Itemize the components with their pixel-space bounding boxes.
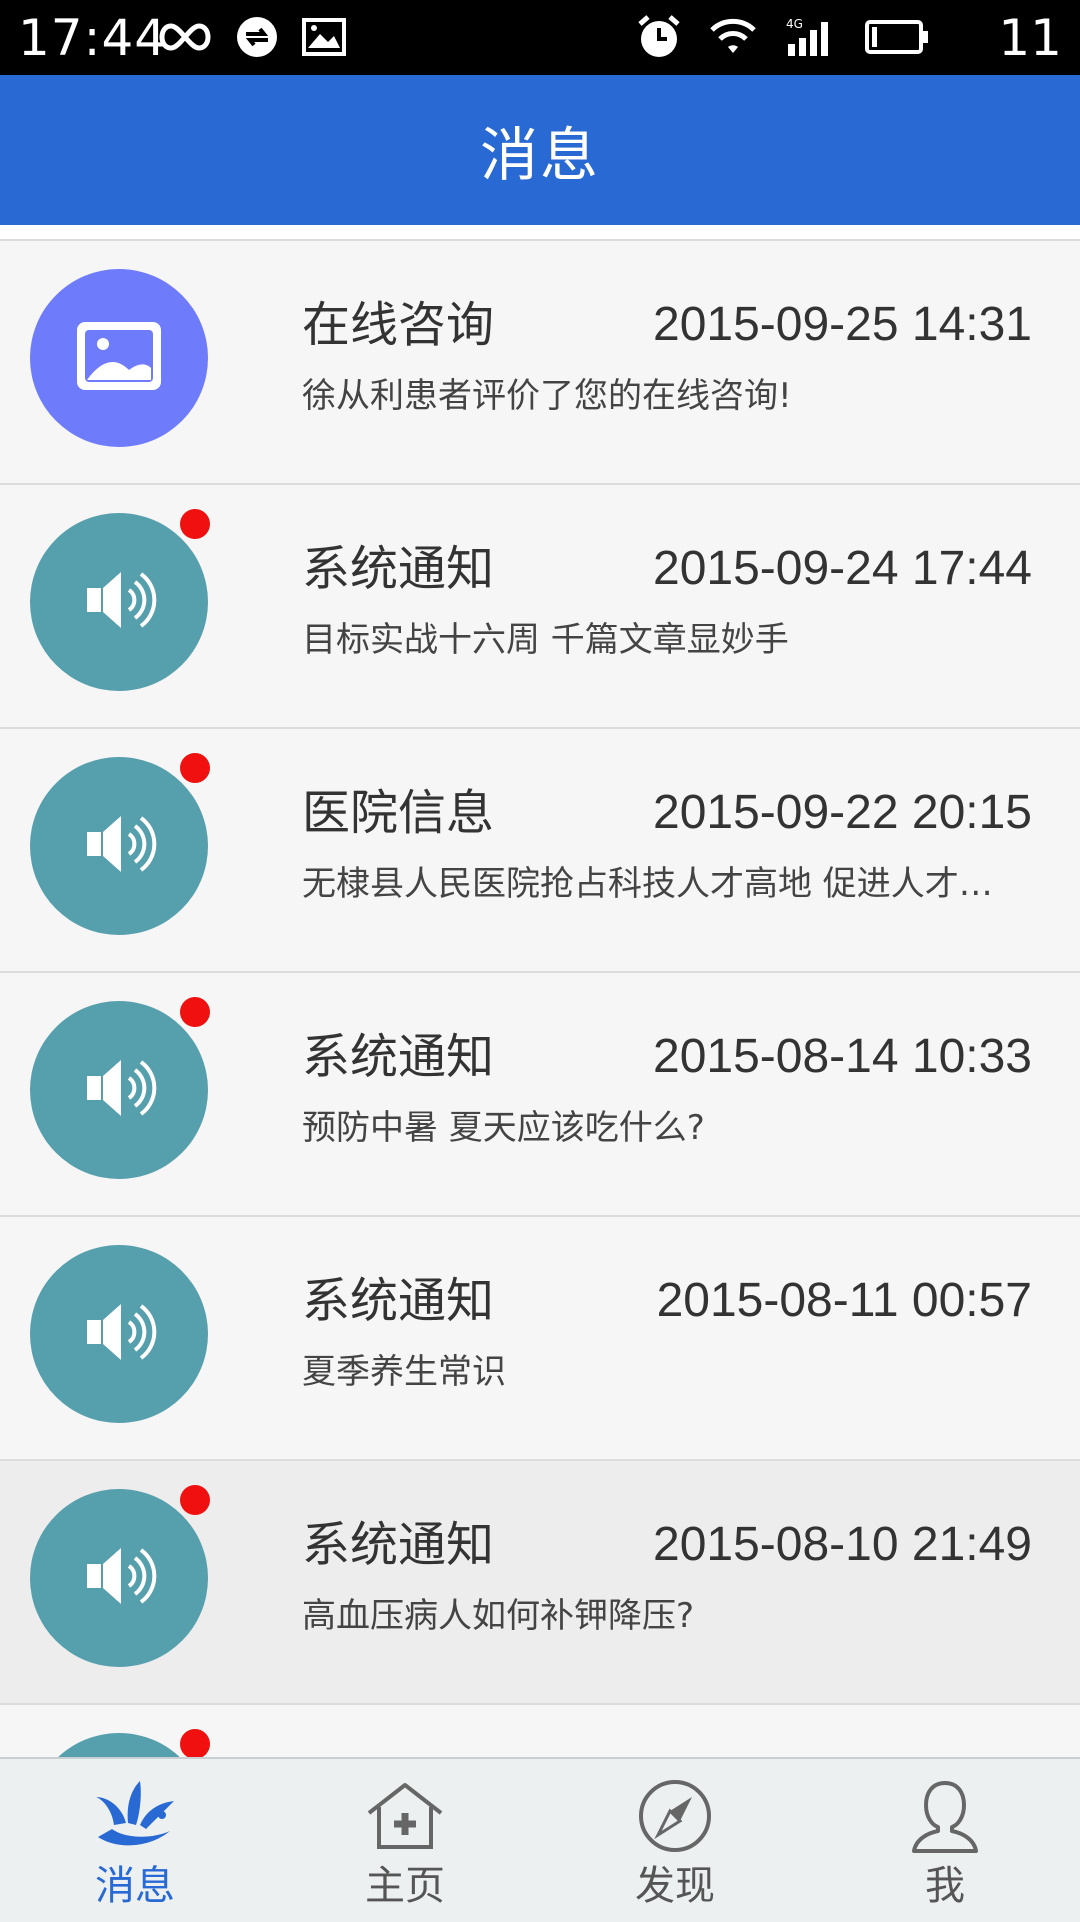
- message-title: 系统通知: [302, 1273, 495, 1329]
- sync-icon: [237, 17, 277, 57]
- message-preview: 无棣县人民医院抢占科技人才高地 促进人才…: [302, 864, 993, 904]
- home-icon: [363, 1775, 447, 1857]
- message-preview: 徐从利患者评价了您的在线咨询!: [302, 376, 792, 416]
- unread-dot: [180, 1485, 210, 1515]
- speaker-icon: [71, 1528, 167, 1628]
- message-item[interactable]: 在线咨询 2015-09-25 14:31 徐从利患者评价了您的在线咨询!: [0, 241, 1080, 485]
- compass-icon: [636, 1775, 714, 1857]
- nav-label: 消息: [95, 1863, 175, 1909]
- speaker-icon: [71, 796, 167, 896]
- unread-dot: [180, 509, 210, 539]
- message-avatar: [30, 269, 208, 447]
- message-preview: 预防中暑 夏天应该吃什么?: [302, 1108, 705, 1148]
- status-left-icons: [156, 14, 348, 60]
- nav-item-home[interactable]: 主页: [270, 1759, 540, 1922]
- message-time: 2015-09-24 17:44: [653, 542, 1032, 595]
- unread-dot: [180, 753, 210, 783]
- message-time: 2015-09-25 14:31: [653, 298, 1032, 351]
- message-item[interactable]: 医院信息 2015-09-22 20:15 无棣县人民医院抢占科技人才高地 促进人才…: [0, 729, 1080, 973]
- status-time: 17:44: [18, 9, 168, 67]
- profile-icon: [910, 1775, 980, 1857]
- nav-label: 我: [925, 1863, 965, 1909]
- image-icon: [302, 18, 346, 56]
- wifi-icon: [710, 18, 756, 53]
- message-list[interactable]: 在线咨询 2015-09-25 14:31 徐从利患者评价了您的在线咨询! 系统通知 2…: [0, 239, 1080, 1761]
- speaker-icon: [71, 1040, 167, 1140]
- nav-item-discover[interactable]: 发现: [540, 1759, 810, 1922]
- page-title: 消息: [479, 121, 600, 189]
- bird-icon: [92, 1775, 178, 1857]
- message-avatar: [30, 1245, 208, 1423]
- message-title: 医院信息: [302, 785, 495, 841]
- message-item[interactable]: 系统通知 2015-08-14 10:33 预防中暑 夏天应该吃什么?: [0, 973, 1080, 1217]
- speaker-icon: [71, 552, 167, 652]
- status-bar: 17:44 4G 11: [0, 0, 1080, 75]
- message-preview: 夏季养生常识: [302, 1352, 506, 1392]
- message-title: 系统通知: [302, 1029, 495, 1085]
- nav-label: 发现: [635, 1863, 715, 1909]
- image-icon: [73, 318, 165, 398]
- message-time: 2015-08-10 21:49: [653, 1518, 1032, 1571]
- nav-item-me[interactable]: 我: [810, 1759, 1080, 1922]
- message-time: 2015-08-11 00:57: [656, 1274, 1032, 1327]
- message-avatar: [30, 757, 208, 935]
- message-item[interactable]: 系统通知 2015-08-10 21:49 高血压病人如何补钾降压?: [0, 1461, 1080, 1705]
- message-item[interactable]: 系统通知 2015-08-11 00:57 夏季养生常识: [0, 1217, 1080, 1461]
- message-avatar: [30, 1489, 208, 1667]
- alarm-icon: [638, 15, 680, 57]
- unread-dot: [180, 1729, 210, 1759]
- message-title: 在线咨询: [302, 297, 495, 353]
- header-divider: [0, 225, 1080, 239]
- speaker-icon: [71, 1284, 167, 1384]
- message-item[interactable]: [0, 1705, 1080, 1761]
- svg-text:4G: 4G: [786, 17, 803, 31]
- signal-4g-icon: 4G: [786, 17, 828, 56]
- message-avatar: [30, 513, 208, 691]
- infinity-icon: [159, 23, 211, 51]
- message-preview: 高血压病人如何补钾降压?: [302, 1596, 695, 1636]
- message-item[interactable]: 系统通知 2015-09-24 17:44 目标实战十六周 千篇文章显妙手: [0, 485, 1080, 729]
- app-header: 消息: [0, 75, 1080, 225]
- message-time: 2015-08-14 10:33: [653, 1030, 1032, 1083]
- bottom-nav: 消息 主页 发现 我: [0, 1757, 1080, 1922]
- nav-item-messages[interactable]: 消息: [0, 1759, 270, 1922]
- status-right-icons: 4G: [636, 14, 930, 60]
- battery-icon: [865, 20, 928, 54]
- unread-dot: [180, 997, 210, 1027]
- nav-label: 主页: [365, 1863, 445, 1909]
- battery-percent: 11: [998, 9, 1062, 67]
- message-avatar: [30, 1001, 208, 1179]
- message-title: 系统通知: [302, 1517, 495, 1573]
- message-title: 系统通知: [302, 541, 495, 597]
- message-time: 2015-09-22 20:15: [653, 786, 1032, 839]
- message-preview: 目标实战十六周 千篇文章显妙手: [302, 620, 789, 660]
